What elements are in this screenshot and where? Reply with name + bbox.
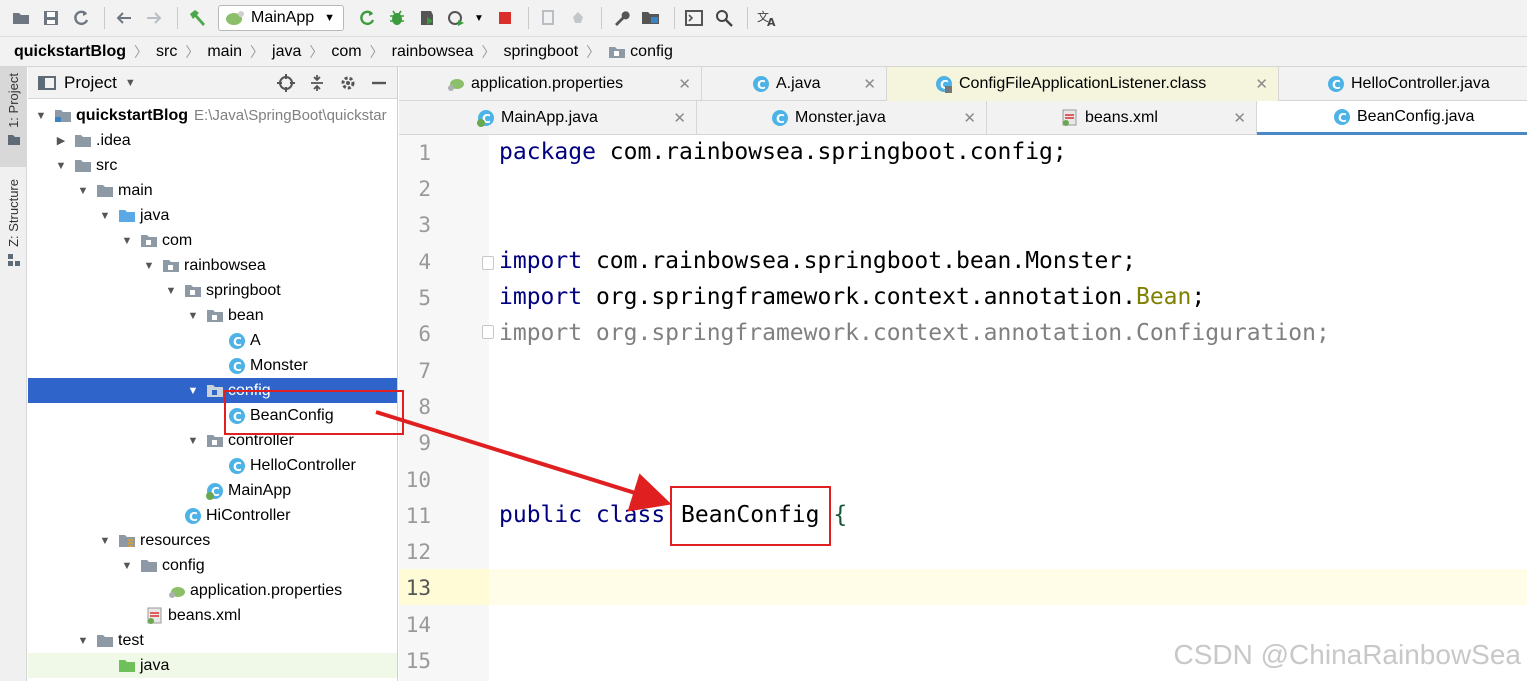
annotation-arrow-icon [375,410,672,512]
